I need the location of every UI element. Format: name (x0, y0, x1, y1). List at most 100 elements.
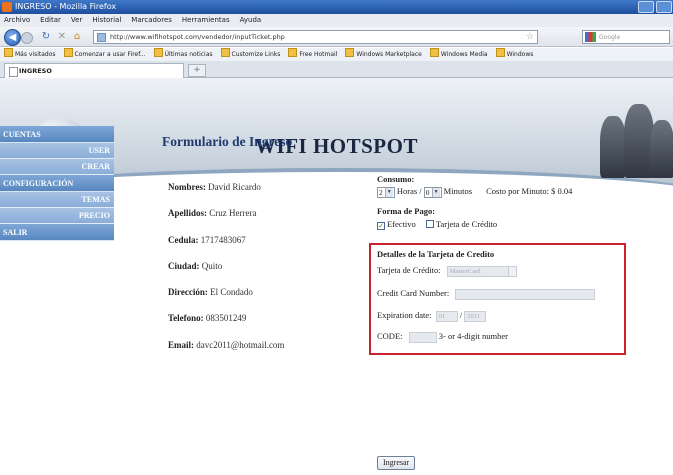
minutos-select[interactable]: 0 ▼ (423, 186, 442, 198)
card-number-input[interactable] (455, 288, 596, 300)
apellidos-value: Cruz Herrera (209, 208, 257, 218)
email-field: Email: davc2011@hotmail.com (168, 340, 284, 350)
maximize-button[interactable] (656, 1, 672, 13)
bookmark-item[interactable]: Windows Marketplace (345, 48, 421, 61)
url-text: http://www.wifihotspot.com/vendedor/inpu… (110, 33, 285, 41)
efectivo-label: Efectivo (387, 219, 416, 229)
navigation-toolbar: ◀ ↻ ✕ ⌂ http://www.wifihotspot.com/vende… (0, 27, 673, 47)
telefono-label: Telefono: (168, 313, 204, 323)
tab-bar: INGRESO + (0, 61, 673, 78)
efectivo-checkbox[interactable]: ✓ (377, 222, 385, 230)
exp-month-select[interactable]: 01 (435, 310, 458, 322)
card-type-select[interactable]: MasterCard (446, 265, 517, 277)
horas-label: Horas / (396, 186, 422, 196)
telefono-value: 083501249 (205, 313, 247, 323)
ingresar-button[interactable]: Ingresar (377, 456, 416, 470)
card-type-label: Tarjeta de Crédito: (377, 265, 441, 275)
apellidos-field: Apellidos: Cruz Herrera (168, 208, 257, 218)
expiration-label: Expiration date: (377, 310, 432, 320)
ciudad-label: Ciudad: (168, 261, 200, 271)
cedula-value: 1717483067 (200, 235, 246, 245)
menu-editar[interactable]: Editar (40, 14, 61, 27)
consumo-row: 2 ▼ Horas / 0 ▼ Minutos Costo por Minuto: … (377, 186, 572, 198)
cedula-field: Cedula: 1717483067 (168, 235, 246, 245)
people-image (590, 98, 673, 178)
back-button[interactable]: ◀ (4, 29, 21, 46)
search-placeholder: Google (599, 34, 621, 41)
window-title: INGRESO - Mozilla Firefox (15, 2, 117, 11)
menu-historial[interactable]: Historial (92, 14, 121, 27)
bookmark-item[interactable]: Customize Links (221, 48, 281, 61)
sidebar-item-cuentas[interactable]: CUENTAS (0, 126, 114, 143)
bookmark-item[interactable]: Más visitados (4, 48, 56, 61)
nombres-value: David Ricardo (208, 182, 261, 192)
pago-label: Forma de Pago: (377, 206, 436, 216)
pago-options: ✓ Efectivo Tarjeta de Crédito (377, 219, 497, 230)
bookmarks-bar: Más visitados Comenzar a usar Firef... Ú… (0, 48, 673, 61)
card-panel-title: Detalles de la Tarjeta de Credito (377, 249, 495, 259)
expiration-row: Expiration date: 01 / 2011 (377, 310, 487, 322)
search-input[interactable]: Google (582, 30, 670, 44)
bookmark-item[interactable]: Windows Media (430, 48, 488, 61)
menu-archivo[interactable]: Archivo (4, 14, 30, 27)
email-label: Email: (168, 340, 194, 350)
ciudad-field: Ciudad: Quito (168, 261, 222, 271)
code-input[interactable] (408, 331, 437, 343)
direccion-field: Dirección: El Condado (168, 287, 253, 297)
google-icon (585, 32, 596, 42)
direccion-label: Dirección: (168, 287, 208, 297)
code-label: CODE: (377, 331, 403, 341)
sidebar-menu: CUENTAS USER CREAR CONFIGURACIÓN TEMAS P… (0, 126, 114, 241)
direccion-value: El Condado (210, 287, 253, 297)
window-titlebar: INGRESO - Mozilla Firefox (0, 0, 673, 14)
ciudad-value: Quito (201, 261, 223, 271)
new-tab-button[interactable]: + (188, 64, 206, 77)
minimize-button[interactable] (638, 1, 654, 13)
forward-button[interactable] (21, 32, 33, 44)
code-row: CODE: 3- or 4-digit number (377, 331, 508, 343)
reload-icon[interactable]: ↻ (40, 31, 52, 43)
tarjeta-checkbox[interactable] (425, 220, 434, 228)
menu-marcadores[interactable]: Marcadores (131, 14, 172, 27)
card-type-row: Tarjeta de Crédito: MasterCard (377, 265, 517, 277)
bookmark-item[interactable]: Free Hotmail (288, 48, 337, 61)
tarjeta-label: Tarjeta de Crédito (435, 219, 498, 229)
chevron-down-icon (507, 266, 516, 276)
credit-card-panel: Detalles de la Tarjeta de Credito Tarjet… (369, 243, 626, 355)
email-value: davc2011@hotmail.com (196, 340, 285, 350)
exp-year-select[interactable]: 2011 (464, 310, 487, 322)
consumo-label: Consumo: (377, 174, 415, 184)
tab-ingreso[interactable]: INGRESO (4, 63, 184, 78)
url-bar[interactable]: http://www.wifihotspot.com/vendedor/inpu… (93, 30, 538, 44)
bookmark-item[interactable]: Windows (496, 48, 534, 61)
chevron-down-icon: ▼ (431, 187, 440, 197)
bookmark-star-icon[interactable]: ☆ (526, 31, 534, 44)
card-number-label: Credit Card Number: (377, 288, 450, 298)
menu-ayuda[interactable]: Ayuda (240, 14, 262, 27)
stop-icon[interactable]: ✕ (56, 31, 68, 43)
menu-bar: Archivo Editar Ver Historial Marcadores … (0, 14, 673, 27)
nombres-field: Nombres: David Ricardo (168, 182, 261, 192)
site-favicon-icon (97, 33, 106, 42)
menu-ver[interactable]: Ver (71, 14, 82, 27)
menu-herramientas[interactable]: Herramientas (182, 14, 230, 27)
costo-text: Costo por Minuto: $ 0.04 (486, 186, 573, 196)
sidebar-item-configuracion[interactable]: CONFIGURACIÓN (0, 175, 114, 192)
cedula-label: Cedula: (168, 235, 199, 245)
home-icon[interactable]: ⌂ (71, 31, 83, 43)
firefox-icon (2, 2, 12, 12)
bookmark-item[interactable]: Últimas noticias (154, 48, 213, 61)
bookmark-item[interactable]: Comenzar a usar Firef... (64, 48, 146, 61)
sidebar-item-precio[interactable]: PRECIO (0, 208, 114, 224)
sidebar-item-user[interactable]: USER (0, 143, 114, 159)
card-type-value: MasterCard (449, 267, 481, 275)
card-number-row: Credit Card Number: (377, 288, 596, 300)
form-title: Formulario de Ingreso (162, 134, 293, 149)
minutos-value: 0 (425, 187, 430, 197)
sidebar-item-temas[interactable]: TEMAS (0, 192, 114, 208)
sidebar-item-salir[interactable]: SALIR (0, 224, 114, 241)
minutos-label: Minutos (443, 186, 473, 196)
horas-select[interactable]: 2 ▼ (377, 186, 395, 198)
sidebar-item-crear[interactable]: CREAR (0, 159, 114, 175)
nombres-label: Nombres: (168, 182, 206, 192)
